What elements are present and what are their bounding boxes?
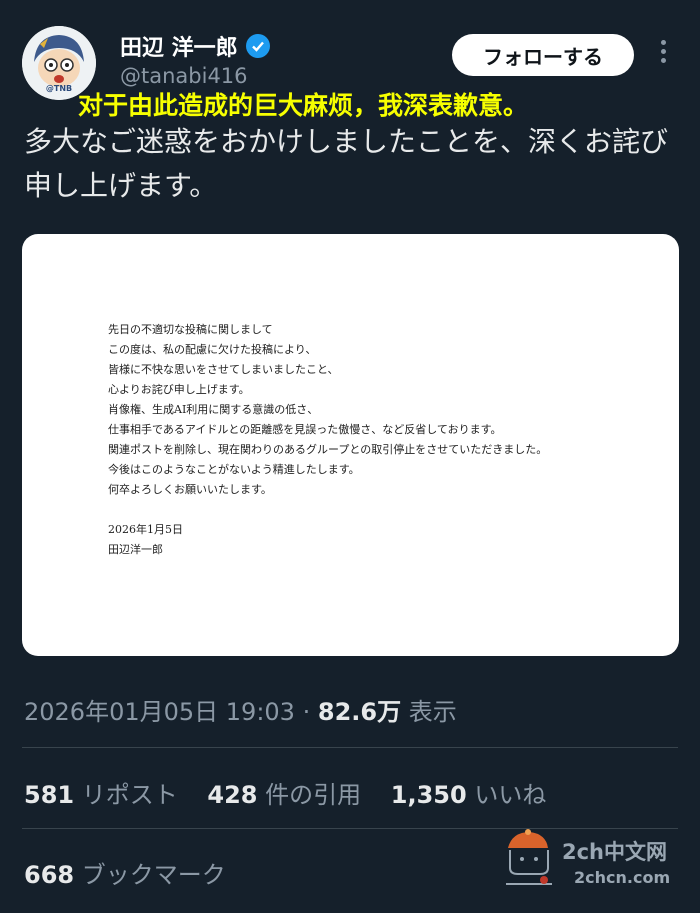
letter-line: この度は、私の配慮に欠けた投稿により、	[108, 343, 317, 356]
bookmarks-stat[interactable]: 668 ブックマーク	[24, 855, 226, 890]
likes-count: 1,350	[390, 781, 467, 809]
letter-date: 2026年1月5日	[108, 523, 183, 536]
divider	[22, 747, 678, 748]
letter-line: 心よりお詫び申し上げます。	[108, 383, 250, 396]
watermark-mascot-icon	[506, 829, 552, 885]
reposts-stat[interactable]: 581 リポスト	[24, 781, 207, 809]
attached-image[interactable]: 先日の不適切な投稿に関しまして この度は、私の配慮に欠けた投稿により、 皆様に不…	[22, 234, 679, 656]
letter-line: 何卒よろしくお願いいたします。	[108, 483, 272, 496]
meta-separator: ·	[302, 698, 311, 726]
letter-line: 先日の不適切な投稿に関しまして	[108, 323, 273, 336]
likes-label: いいね	[474, 781, 547, 809]
letter-line: 今後はこのようなことがないよう精進したします。	[108, 463, 360, 476]
watermark-title: 2ch中文网	[562, 840, 668, 864]
display-name[interactable]: 田辺 洋一郎	[120, 30, 270, 62]
apology-letter: 先日の不適切な投稿に関しまして この度は、私の配慮に欠けた投稿により、 皆様に不…	[108, 320, 628, 560]
follow-button[interactable]: フォローする	[452, 34, 634, 76]
overlay-subtitle: 对于由此造成的巨大麻烦，我深表歉意。	[78, 91, 529, 120]
engagement-stats: 581 リポスト 428 件の引用 1,350 いいね	[24, 775, 568, 810]
verified-badge-icon	[245, 34, 270, 58]
watermark-url: 2chcn.com	[574, 868, 671, 887]
site-watermark: 2ch中文网 2chcn.com	[500, 828, 690, 898]
quotes-stat[interactable]: 428 件の引用	[207, 781, 390, 809]
user-handle[interactable]: @tanabi416	[120, 64, 248, 88]
quotes-count: 428	[207, 781, 258, 809]
letter-signature: 田辺洋一郎	[108, 543, 163, 556]
letter-line: 仕事相手であるアイドルとの距離感を見誤った傲慢さ、など反省しております。	[108, 423, 502, 436]
quotes-label: 件の引用	[265, 781, 362, 809]
letter-line: 関連ポストを削除し、現在関わりのあるグループとの取引停止をさせていただきました。	[108, 443, 548, 456]
letter-line: 肖像権、生成AI利用に関する意識の低さ、	[108, 403, 319, 416]
reposts-count: 581	[24, 781, 75, 809]
bookmarks-label: ブックマーク	[81, 861, 226, 889]
display-name-text: 田辺 洋一郎	[120, 36, 238, 61]
likes-stat[interactable]: 1,350 いいね	[391, 781, 569, 809]
tweet-meta: 2026年01月05日 19:03 · 82.6万 表示	[24, 692, 457, 727]
tweet-text: 多大なご迷惑をおかけしましたことを、深くお詫び申し上げます。	[24, 125, 669, 202]
view-label: 表示	[408, 698, 457, 726]
letter-line: 皆様に不快な思いをさせてしまいましたこと、	[108, 363, 339, 376]
timestamp[interactable]: 2026年01月05日 19:03	[24, 698, 295, 726]
more-options-icon[interactable]	[656, 40, 670, 68]
bookmarks-count: 668	[24, 861, 75, 889]
view-count: 82.6万	[317, 698, 402, 726]
reposts-label: リポスト	[81, 781, 178, 809]
